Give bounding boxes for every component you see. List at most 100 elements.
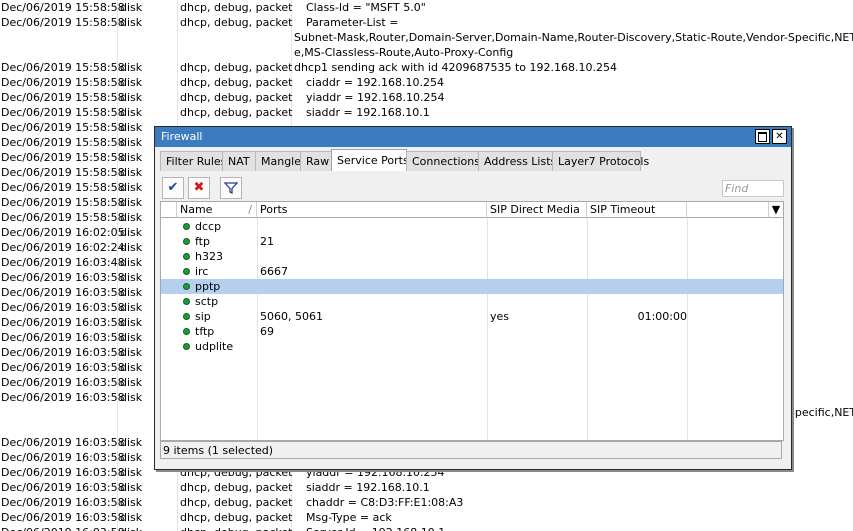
window-title: Firewall [161,130,203,143]
table-row[interactable]: pptp [161,279,783,294]
window-titlebar[interactable]: Firewall ✕ [155,127,791,147]
log-buffer: disk [120,106,143,119]
log-buffer: disk [120,451,143,464]
toolbar: ✔ ✖ Find [160,177,784,199]
column-header-sip-timeout[interactable]: SIP Timeout [587,202,687,218]
log-row[interactable]: Dec/06/2019 15:58:58 disk dhcp, debug, pac… [0,0,853,15]
log-time: Dec/06/2019 16:03:58 [1,511,125,524]
cell-sip-direct-media: yes [490,310,510,323]
tab-address-lists[interactable]: Address Lists [478,151,556,171]
log-buffer: disk [120,301,143,314]
log-buffer: disk [120,361,143,374]
table-row[interactable]: tftp 69 [161,324,783,339]
log-time: Dec/06/2019 16:03:58 [1,496,125,509]
log-buffer: disk [120,91,143,104]
tab-raw[interactable]: Raw [300,151,332,171]
log-time: Dec/06/2019 15:58:58 [1,1,125,14]
tab-service-ports[interactable]: Service Ports [331,149,409,172]
tab-nat[interactable]: NAT [222,151,256,171]
table-row[interactable]: irc 6667 [161,264,783,279]
cell-name: sip [195,310,211,323]
log-time: Dec/06/2019 16:03:58 [1,391,125,404]
table-row[interactable]: h323 [161,249,783,264]
log-buffer: disk [120,511,143,524]
close-icon[interactable]: ✕ [772,129,787,144]
log-message: Parameter-List = [306,16,399,29]
cell-ports: 21 [260,235,274,248]
log-time: Dec/06/2019 16:03:58 [1,436,125,449]
log-time: Dec/06/2019 15:58:58 [1,166,125,179]
log-buffer: disk [120,211,143,224]
cell-name: sctp [195,295,219,308]
find-input[interactable]: Find [722,180,784,197]
log-time: Dec/06/2019 15:58:58 [1,181,125,194]
log-row[interactable]: Dec/06/2019 15:58:58 disk dhcp, debug, pac… [0,75,853,90]
table-row[interactable]: sctp [161,294,783,309]
log-row[interactable]: Dec/06/2019 15:58:58 disk dhcp, debug, pac… [0,105,853,120]
cell-sip-timeout: 01:00:00 [637,310,687,323]
log-message: Server-Id = 192.168.10.1 [306,525,445,531]
log-time: Dec/06/2019 15:58:58 [1,106,125,119]
log-time: Dec/06/2019 15:58:58 [1,211,125,224]
table-row[interactable]: sip 5060, 5061 yes 01:00:00 [161,309,783,324]
tab-layer7-protocols[interactable]: Layer7 Protocols [552,151,649,171]
log-time: Dec/06/2019 16:03:58 [1,271,125,284]
log-row[interactable]: Dec/06/2019 15:58:58 disk dhcp, debug, pac… [0,60,853,75]
log-topics: dhcp, debug, packet [180,496,293,509]
log-topics: dhcp, debug, packet [180,481,293,494]
log-row[interactable]: e,MS-Classless-Route,Auto-Proxy-Config [0,45,853,60]
log-message: e,MS-Classless-Route,Auto-Proxy-Config [294,46,514,59]
log-row[interactable]: Dec/06/2019 16:03:58disk dhcp, debug, pac… [0,510,853,525]
log-buffer: disk [120,241,143,254]
funnel-icon[interactable] [220,177,242,199]
cell-name: pptp [195,280,221,293]
log-row[interactable]: Subnet-Mask,Router,Domain-Server,Domain-… [0,30,853,45]
log-row[interactable]: Dec/06/2019 16:03:58disk dhcp, debug, pac… [0,480,853,495]
status-dot-icon [183,283,190,290]
log-time: Dec/06/2019 16:03:58 [1,451,125,464]
column-header-name[interactable]: Name / [177,202,257,218]
log-buffer: disk [120,1,143,14]
log-row[interactable]: Dec/06/2019 16:03:58disk dhcp, debug, pac… [0,495,853,510]
column-header-sip-direct-media[interactable]: SIP Direct Media [487,202,587,218]
log-message: chaddr = C8:D3:FF:E1:08:A3 [306,496,464,509]
checkmark-icon[interactable]: ✔ [162,177,184,199]
log-topics: dhcp, debug, packet [180,76,293,89]
log-time: Dec/06/2019 16:03:58 [1,331,125,344]
cell-name: h323 [195,250,223,263]
log-time: Dec/06/2019 16:03:58 [1,466,125,479]
log-time: Dec/06/2019 16:03:58 [1,361,125,374]
log-row[interactable]: Dec/06/2019 15:58:58 disk dhcp, debug, pac… [0,15,853,30]
log-row[interactable]: Dec/06/2019 16:03:58disk dhcp, debug, pac… [0,525,853,531]
firewall-window: Firewall ✕ Filter Rules NAT Mangle Raw Servi… [154,126,792,470]
table-row[interactable]: ftp 21 [161,234,783,249]
red-x-icon[interactable]: ✖ [188,177,210,199]
tab-connections[interactable]: Connections [406,151,480,171]
cell-name: irc [195,265,209,278]
log-buffer: disk [120,286,143,299]
log-time: Dec/06/2019 15:58:58 [1,121,125,134]
log-time: Dec/06/2019 16:03:58 [1,286,125,299]
log-buffer: disk [120,391,143,404]
log-row[interactable]: Dec/06/2019 15:58:58 disk dhcp, debug, pac… [0,90,853,105]
service-ports-table: Name / Ports SIP Direct Media SIP Timeou… [160,201,784,441]
tab-mangle[interactable]: Mangle [255,151,301,171]
cell-name: udplite [195,340,234,353]
log-time: Dec/06/2019 16:03:58 [1,346,125,359]
tab-filter-rules[interactable]: Filter Rules [160,151,226,171]
log-topics: dhcp, debug, packet [180,16,293,29]
maximize-icon[interactable] [755,129,770,144]
column-header-ports[interactable]: Ports [257,202,487,218]
log-time: Dec/06/2019 16:03:58 [1,481,125,494]
log-time: Dec/06/2019 16:03:58 [1,525,125,531]
table-row[interactable]: dccp [161,219,783,234]
log-buffer: disk [120,196,143,209]
log-time: Dec/06/2019 15:58:58 [1,91,125,104]
cell-ports: 6667 [260,265,288,278]
log-topics: dhcp, debug, packet [180,61,293,74]
log-buffer: disk [120,436,143,449]
column-chooser-icon[interactable]: ▼ [769,202,783,218]
table-row[interactable]: udplite [161,339,783,354]
status-dot-icon [183,238,190,245]
log-buffer: disk [120,271,143,284]
